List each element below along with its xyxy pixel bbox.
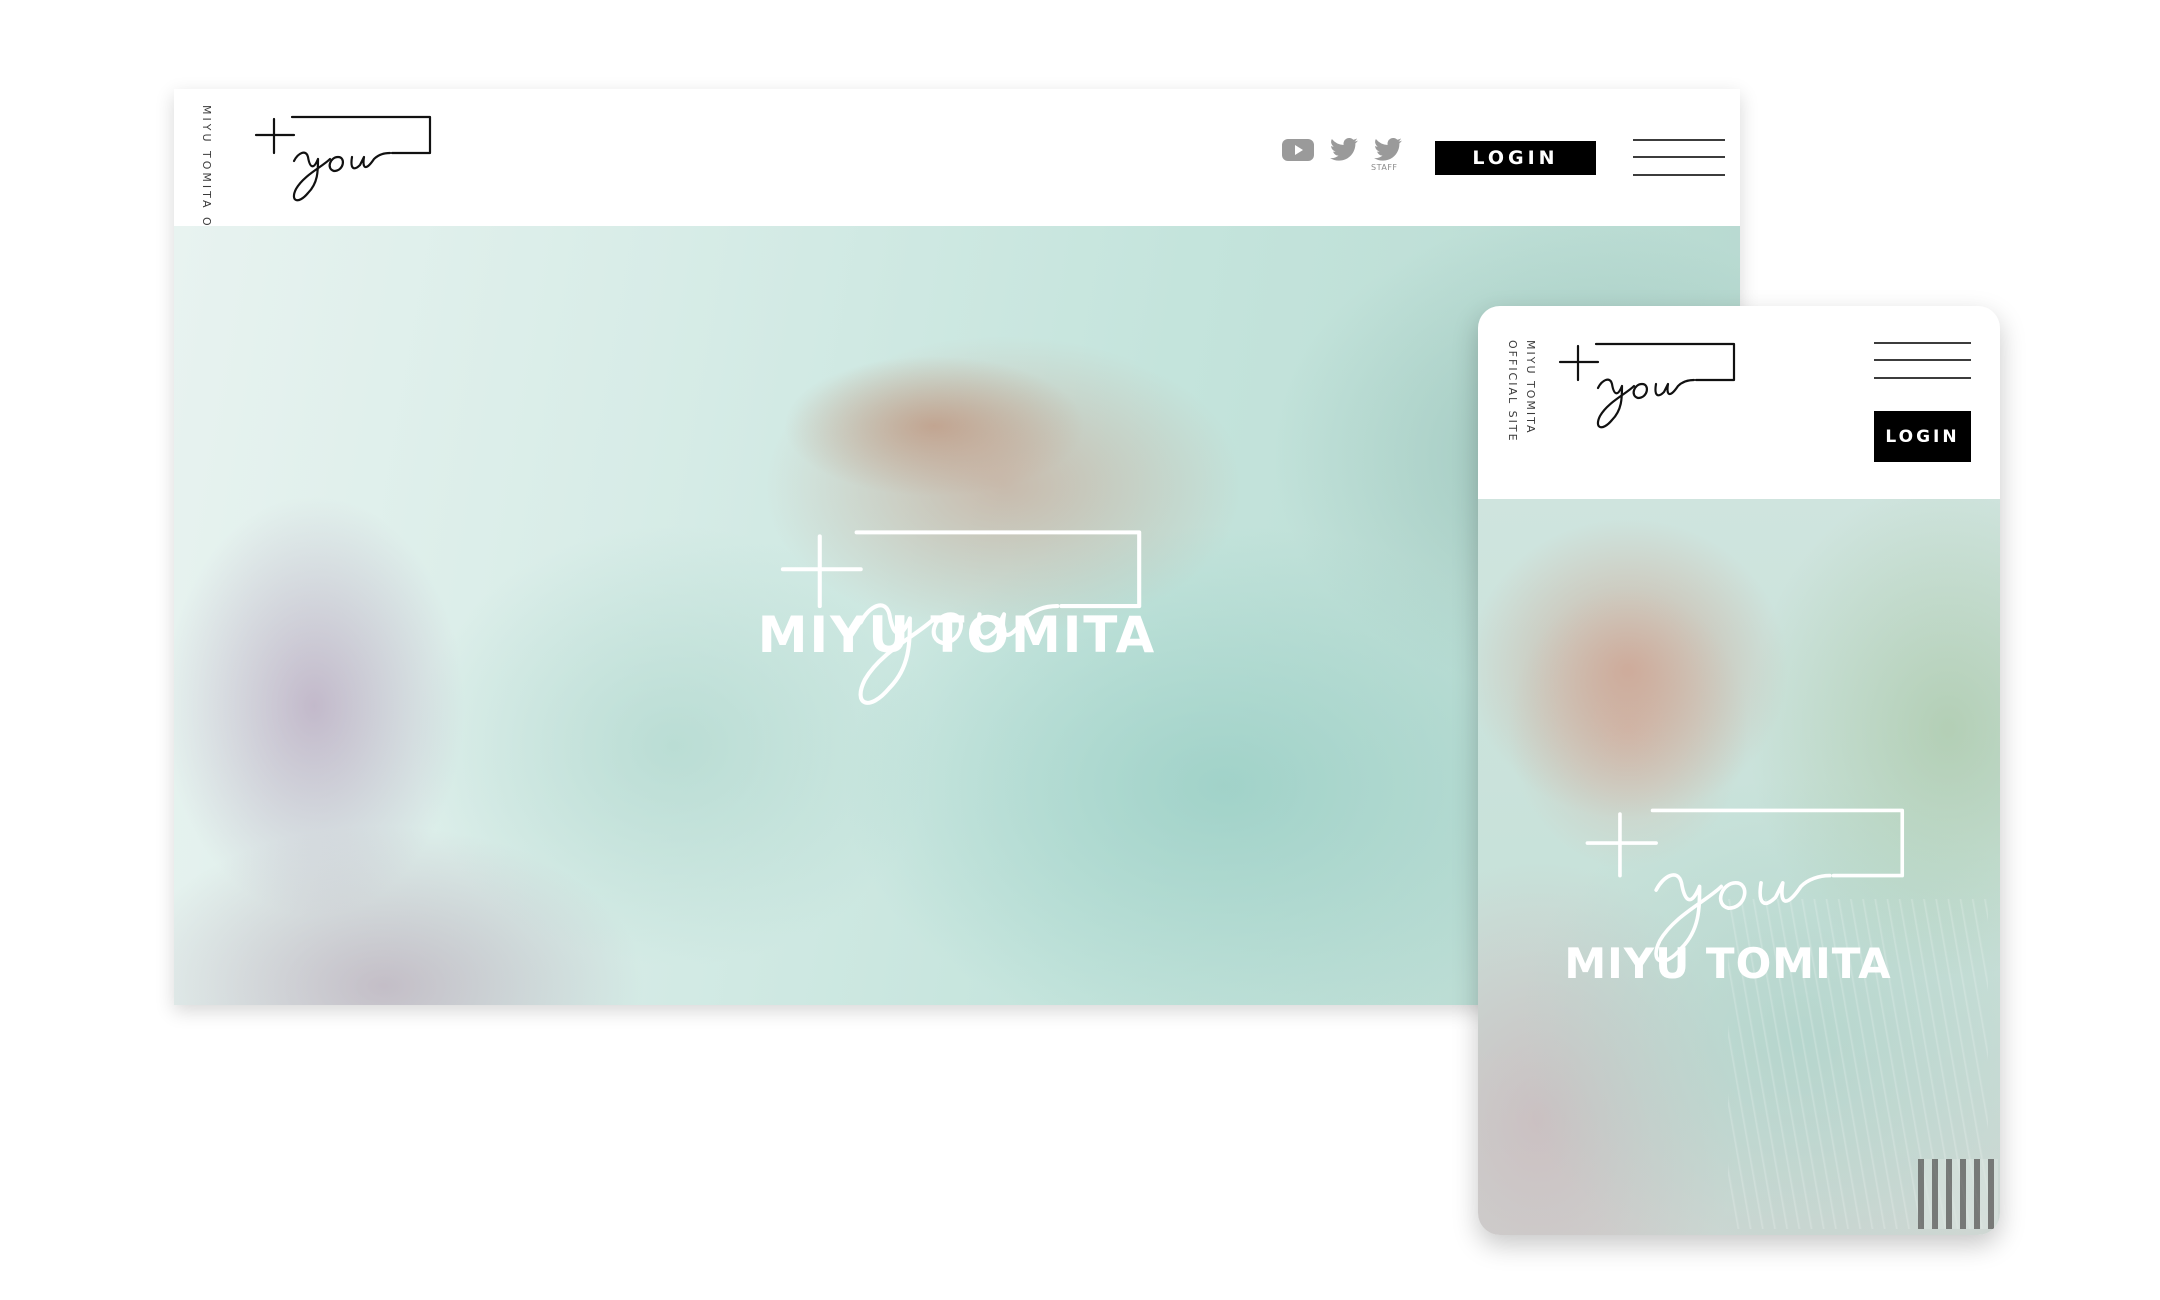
hamburger-menu-icon[interactable] — [1874, 342, 1971, 380]
site-logo[interactable] — [252, 109, 432, 214]
social-links: STAFF — [1281, 137, 1405, 177]
twitter-icon — [1374, 137, 1402, 161]
site-vertical-label-line2: OFFICIAL SITE — [1506, 340, 1519, 443]
hero-logo — [1585, 808, 1905, 963]
mobile-site-preview: MIYU TOMITA OFFICIAL SITE LOGIN MIYU TOM… — [1478, 306, 2000, 1235]
login-button[interactable]: LOGIN — [1874, 411, 1971, 462]
site-logo[interactable] — [1556, 336, 1736, 441]
hero-logo — [780, 530, 1142, 705]
site-vertical-label-line1: MIYU TOMITA — [1524, 340, 1537, 435]
login-button[interactable]: LOGIN — [1435, 141, 1596, 175]
staff-twitter-link[interactable]: STAFF — [1371, 137, 1405, 177]
twitter-icon[interactable] — [1329, 137, 1359, 163]
chair-stripes — [1918, 1159, 1998, 1229]
hamburger-menu-icon[interactable] — [1633, 139, 1725, 177]
hero-image: MIYU TOMITA — [1478, 499, 2000, 1235]
staff-label: STAFF — [1371, 163, 1398, 172]
youtube-icon[interactable] — [1281, 137, 1315, 163]
